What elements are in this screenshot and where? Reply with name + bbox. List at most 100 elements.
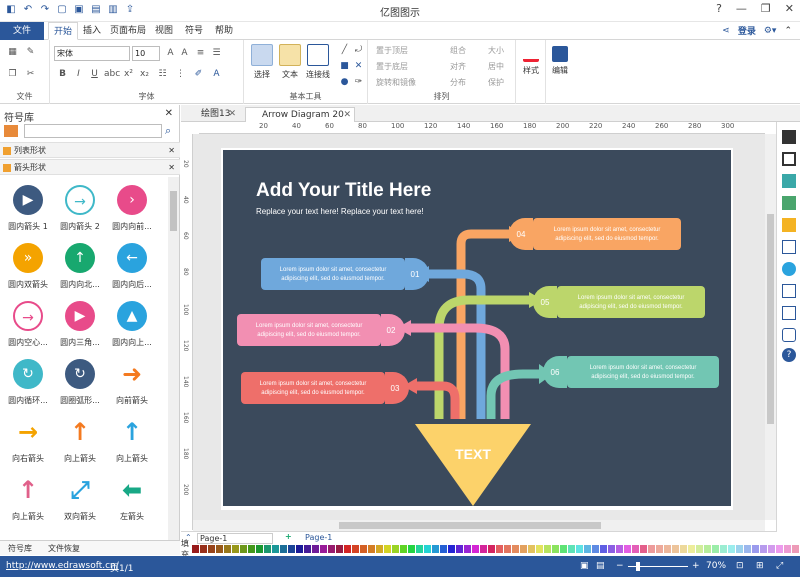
scroll-thumb[interactable] [170,191,177,231]
color-swatch[interactable] [768,545,775,553]
login-link[interactable]: 登录 [738,24,756,37]
color-swatch[interactable] [480,545,487,553]
color-swatch[interactable] [688,545,695,553]
color-swatch[interactable] [320,545,327,553]
color-swatch[interactable] [344,545,351,553]
shrink-font-icon[interactable]: A [178,47,191,60]
search-icon[interactable]: ⌕ [165,124,171,138]
style-button[interactable]: 样式 [517,42,545,88]
color-swatch[interactable] [656,545,663,553]
color-swatch[interactable] [240,545,247,553]
color-swatch[interactable] [608,545,615,553]
color-swatch[interactable] [744,545,751,553]
current-page-tab[interactable]: Page-1 [305,533,332,542]
color-swatch[interactable] [416,545,423,553]
close-button[interactable]: ✕ [785,2,794,15]
color-swatch[interactable] [248,545,255,553]
color-swatch[interactable] [520,545,527,553]
color-swatch[interactable] [576,545,583,553]
color-swatch[interactable] [624,545,631,553]
library-menu-icon[interactable] [4,125,18,137]
info-box-05[interactable]: 05 Lorem ipsum dolor sit amet, consectetu… [533,286,705,318]
document-icon[interactable] [782,284,796,298]
color-swatch[interactable] [544,545,551,553]
collapse-ribbon-icon[interactable]: ⌃ [784,26,792,36]
vertical-scrollbar[interactable] [765,134,776,520]
tab-home[interactable]: 开始 [48,22,78,40]
color-swatch[interactable] [408,545,415,553]
color-swatch[interactable] [568,545,575,553]
add-page-button[interactable]: + [285,532,292,541]
color-swatch[interactable] [648,545,655,553]
tab-view[interactable]: 视图 [152,22,176,40]
color-swatch[interactable] [720,545,727,553]
shape-item[interactable]: ↑ 向上箭头 [2,475,54,522]
scroll-thumb[interactable] [339,522,601,529]
color-swatch[interactable] [552,545,559,553]
text-tool-button[interactable]: 文本 [276,42,304,88]
color-swatch[interactable] [760,545,767,553]
color-swatch[interactable] [600,545,607,553]
color-swatch[interactable] [264,545,271,553]
zoom-in-icon[interactable]: + [692,561,700,571]
shape-item[interactable]: ↑ 圆内向北... [54,243,106,290]
symbol-search-input[interactable] [24,124,162,138]
color-swatch[interactable] [256,545,263,553]
globe-icon[interactable] [782,262,796,276]
color-swatch[interactable] [776,545,783,553]
center-button[interactable]: 居中 [488,61,504,72]
color-swatch[interactable] [784,545,791,553]
font-size-combo[interactable]: 10 [132,46,160,61]
help-icon[interactable]: ? [716,2,722,15]
pen-tool-icon[interactable]: ✑ [352,76,365,89]
list-icon[interactable]: ☷ [156,68,169,81]
color-swatch[interactable] [512,545,519,553]
send-back-button[interactable]: 置于底层 [376,61,408,72]
tab-file-recovery[interactable]: 文件恢复 [48,543,80,554]
page-select[interactable]: Page-1 [197,533,273,544]
font-name-combo[interactable]: 宋体 [54,46,130,61]
color-swatch[interactable] [536,545,543,553]
color-swatch[interactable] [288,545,295,553]
color-swatch[interactable] [192,545,199,553]
size-button[interactable]: 大小 [488,45,504,56]
properties-icon[interactable] [782,306,796,320]
share-icon[interactable]: ⋖ [722,26,730,36]
color-swatch[interactable] [304,545,311,553]
color-swatch[interactable] [368,545,375,553]
color-swatch[interactable] [584,545,591,553]
color-swatch[interactable] [440,545,447,553]
center-label[interactable]: TEXT [455,446,491,462]
doc-tab-2[interactable]: Arrow Diagram 20 ✕ [245,107,355,122]
image-icon[interactable] [782,196,796,210]
protect-button[interactable]: 保护 [488,77,504,88]
color-swatch[interactable] [392,545,399,553]
layer-icon[interactable] [782,218,796,232]
shape-item[interactable]: → 圆内箭头 2 [54,185,106,232]
select-tool-button[interactable]: 选择 [248,42,276,88]
maximize-button[interactable]: ❐ [761,2,771,15]
ellipse-tool-icon[interactable]: ● [338,76,351,89]
color-swatch[interactable] [736,545,743,553]
color-swatch[interactable] [632,545,639,553]
color-swatch[interactable] [616,545,623,553]
color-swatch[interactable] [376,545,383,553]
shape-item[interactable]: ↻ 圆圈弧形... [54,359,106,406]
info-box-06[interactable]: 06 Lorem ipsum dolor sit amet, consectetu… [543,356,719,388]
fill-icon[interactable] [782,130,796,144]
color-swatch[interactable] [432,545,439,553]
category-close-icon[interactable]: ✕ [168,143,175,158]
subscript-icon[interactable]: x₂ [138,68,151,81]
color-swatch[interactable] [208,545,215,553]
highlight-icon[interactable]: ✐ [192,68,205,81]
color-swatch[interactable] [352,545,359,553]
color-swatch[interactable] [728,545,735,553]
horizontal-scrollbar[interactable] [193,520,765,531]
info-box-01[interactable]: 01 Lorem ipsum dolor sit amet, consectetu… [261,258,429,290]
color-swatch[interactable] [752,545,759,553]
color-swatch[interactable] [296,545,303,553]
color-swatch[interactable] [312,545,319,553]
zoom-slider-thumb[interactable] [636,562,640,571]
shape-item[interactable]: ↻ 圆内循环... [2,359,54,406]
color-swatch[interactable] [496,545,503,553]
